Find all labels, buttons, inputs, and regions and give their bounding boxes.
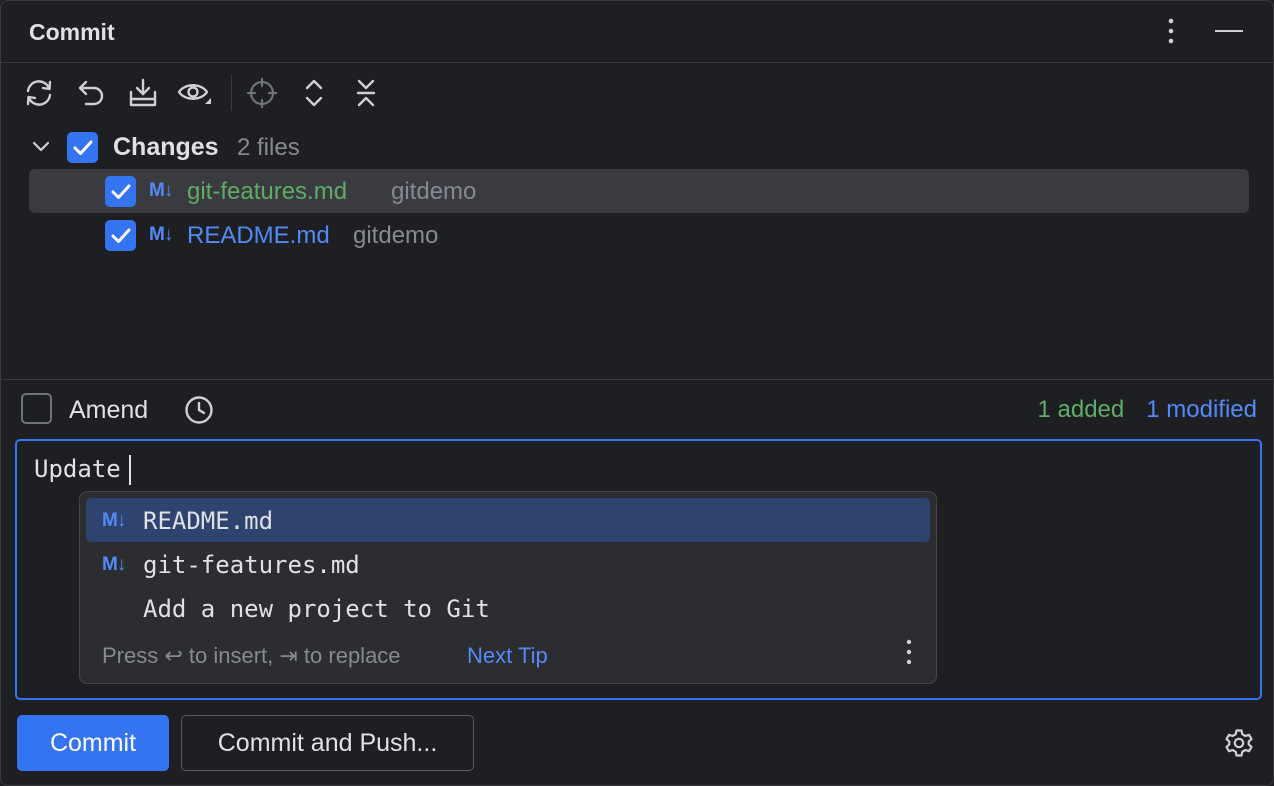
rollback-icon[interactable] [71, 73, 111, 113]
modified-count: 1 modified [1146, 396, 1257, 423]
changes-group-label: Changes [113, 133, 219, 161]
completion-popup: M↓ README.md M↓ git-features.md Add a ne… [79, 491, 937, 684]
collapse-all-icon[interactable] [346, 73, 386, 113]
markdown-file-icon: M↓ [149, 180, 173, 201]
next-tip-link[interactable]: Next Tip [467, 643, 548, 669]
commit-message-text: Update [34, 455, 121, 483]
tool-window-title: Commit [29, 19, 115, 45]
markdown-file-icon: M↓ [102, 554, 126, 575]
commit-tool-window: Commit Changes 2 files M↓ git-features.m… [0, 0, 1274, 786]
completion-item-text: README.md [143, 507, 274, 535]
file-name: README.md [187, 222, 330, 249]
gear-icon[interactable] [1221, 725, 1257, 761]
toolbar-separator [231, 75, 232, 111]
completion-item-text: git-features.md [143, 551, 360, 579]
amend-row: Amend 1 added 1 modified [21, 393, 1257, 427]
locate-icon[interactable] [242, 73, 282, 113]
vertical-dots-icon[interactable] [906, 639, 912, 671]
text-caret [128, 455, 131, 485]
chevron-down-icon[interactable] [29, 135, 53, 159]
markdown-file-icon: M↓ [102, 510, 126, 531]
file-name: git-features.md [187, 178, 348, 205]
expand-all-icon[interactable] [294, 73, 334, 113]
commit-message-editor[interactable]: Update M↓ README.md M↓ git-features.md A… [15, 439, 1262, 700]
completion-item-text: Add a new project to Git [143, 595, 490, 623]
minimize-icon[interactable] [1213, 15, 1245, 47]
changes-tree: Changes 2 files M↓ git-features.md gitde… [29, 125, 1249, 257]
changes-file-count: 2 files [237, 134, 300, 161]
commit-message-text-line: Update [34, 455, 131, 485]
file-checkbox[interactable] [105, 176, 136, 207]
changes-group-checkbox[interactable] [67, 132, 98, 163]
completion-footer: Press ↩ to insert, ⇥ to replace Next Tip [102, 639, 922, 669]
change-stats: 1 added 1 modified [1038, 396, 1258, 424]
completion-item[interactable]: M↓ README.md [86, 498, 930, 542]
amend-checkbox[interactable] [21, 393, 52, 424]
section-divider [1, 379, 1273, 380]
file-directory: gitdemo [353, 222, 439, 249]
commit-button[interactable]: Commit [17, 715, 169, 771]
amend-label[interactable]: Amend [69, 396, 148, 425]
markdown-file-icon: M↓ [149, 224, 173, 245]
file-row-git-features[interactable]: M↓ git-features.md gitdemo [29, 169, 1249, 213]
file-directory: gitdemo [391, 178, 477, 205]
file-checkbox[interactable] [105, 220, 136, 251]
title-actions [1155, 15, 1245, 47]
vertical-dots-icon[interactable] [1155, 15, 1187, 47]
history-icon[interactable] [183, 394, 215, 431]
shelve-icon[interactable] [123, 73, 163, 113]
title-bar: Commit [1, 1, 1273, 63]
completion-hint: Press ↩ to insert, ⇥ to replace [102, 643, 401, 668]
refresh-icon[interactable] [19, 73, 59, 113]
show-diff-icon[interactable] [175, 73, 215, 113]
completion-item[interactable]: Add a new project to Git [86, 586, 930, 630]
completion-item[interactable]: M↓ git-features.md [86, 542, 930, 586]
file-row-readme[interactable]: M↓ README.md gitdemo [29, 213, 1249, 257]
added-count: 1 added [1037, 396, 1125, 423]
commit-toolbar [19, 71, 398, 115]
commit-actions-bar: Commit Commit and Push... [17, 715, 1257, 771]
commit-and-push-button[interactable]: Commit and Push... [181, 715, 474, 771]
changes-group-row[interactable]: Changes 2 files [29, 125, 1249, 169]
